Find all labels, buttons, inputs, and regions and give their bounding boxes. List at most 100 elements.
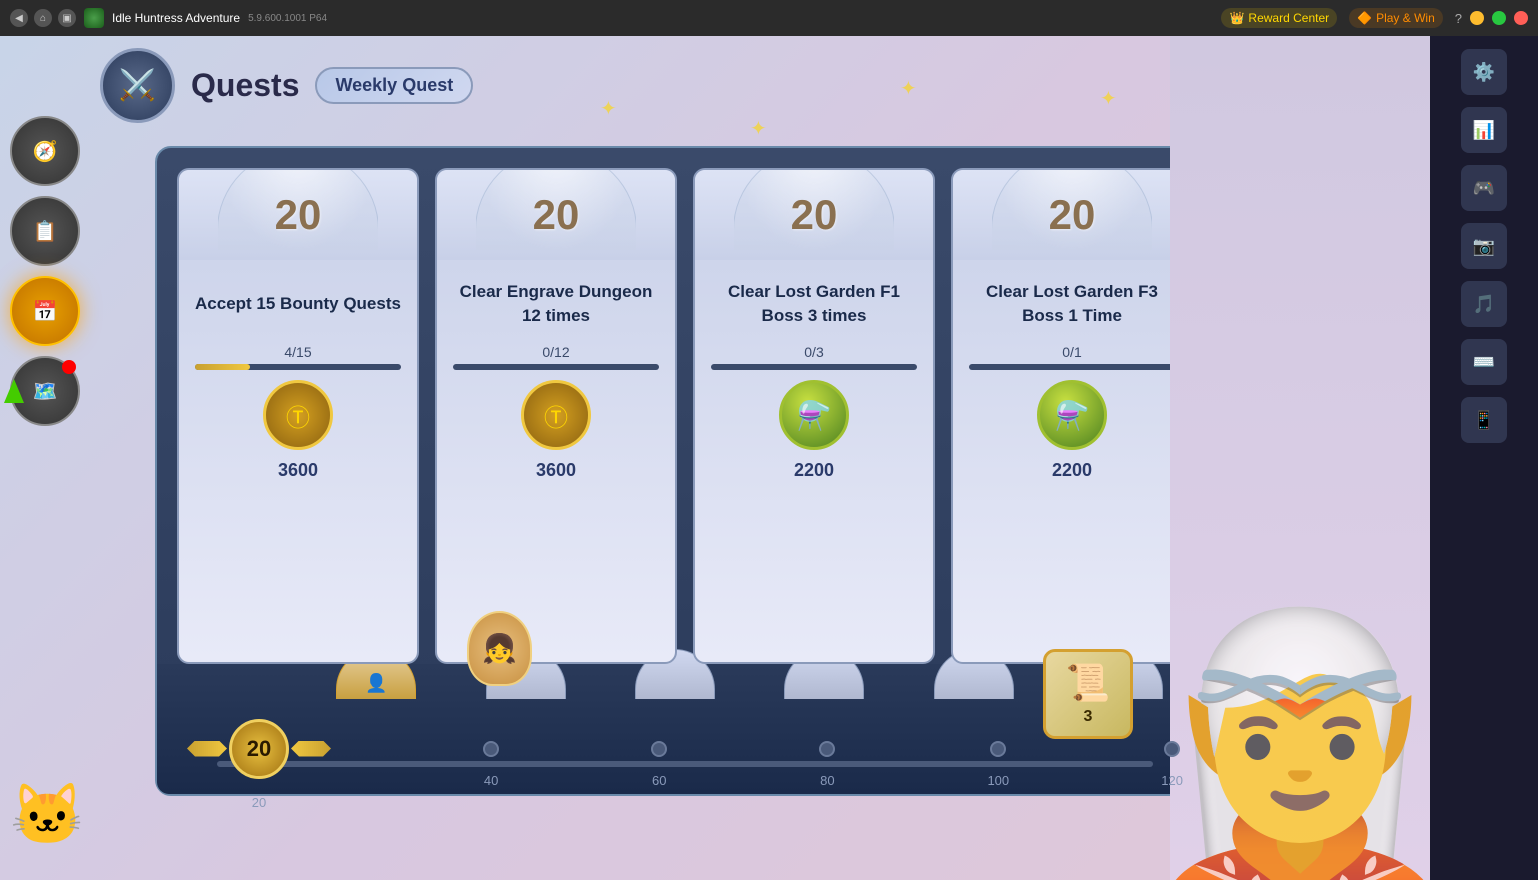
main-panel: 20 Accept 15 Bounty Quests 4/15 Ⓣ 3600 [155,146,1215,796]
milestone-label-60: 60 [652,773,666,788]
weekly-quest-badge[interactable]: Weekly Quest [315,67,473,104]
milestone-label-40: 40 [484,773,498,788]
play-win-btn[interactable]: 🔶 Play & Win [1349,8,1443,28]
char-avatar-container: 👧 [467,611,532,686]
up-arrow-icon [4,379,24,403]
special-reward-count: 3 [1084,708,1093,726]
weekly-quest-icon: 📅 [33,299,58,324]
potion-icon-4: ⚗️ [1055,399,1090,432]
maximize-btn[interactable] [1492,11,1506,25]
quests-title: Quests [191,67,299,104]
progress-2: 0/12 [453,344,659,370]
card-top-2: 20 [437,170,675,260]
quest-desc-1: Accept 15 Bounty Quests [195,274,401,334]
quest-cards-grid: 20 Accept 15 Bounty Quests 4/15 Ⓣ 3600 [177,168,1193,664]
quest-card-1: 20 Accept 15 Bounty Quests 4/15 Ⓣ 3600 [177,168,419,664]
compass-btn[interactable]: 🧭 [10,116,80,186]
play-win-label: Play & Win [1376,11,1435,25]
card-top-1: 20 [179,170,417,260]
progress-bar-bg-2 [453,364,659,370]
reward-amount-4: 2200 [1052,460,1092,481]
quest-card-4: 20 Clear Lost Garden F3 Boss 1 Time 0/1 … [951,168,1193,664]
special-reward-card[interactable]: 📜 3 [1043,649,1133,739]
reward-icon-1: Ⓣ [263,380,333,450]
left-sidebar: 🧭 📋 📅 🗺️ [10,116,80,426]
milestone-point-40: 40 [483,741,499,788]
milestone-bar: 20 20 40 60 80 [187,719,1183,810]
char-avatar: 👧 [467,611,532,686]
app-version: 5.9.600.1001 P64 [248,13,327,24]
header-area: ⚔️ Quests Weekly Quest [100,48,473,123]
card-body-3: Clear Lost Garden F1 Boss 3 times 0/3 ⚗️… [695,260,933,662]
notification-dot [62,360,76,374]
compass-icon: 🧭 [33,139,58,164]
cat-mascot: 🐱 [10,779,85,850]
star-decor-1: ✦ [600,96,617,121]
star-decor-4: ✦ [1100,86,1117,111]
quest-desc-4: Clear Lost Garden F3 Boss 1 Time [969,274,1175,334]
score-wing-right [291,741,331,757]
sidebar-icon-1[interactable]: ⚙️ [1461,49,1507,95]
map-icon: 🗺️ [33,379,58,404]
game-area: ✦ ✦ ✦ ✦ 🧭 📋 📅 🗺️ ⚔️ Quests Weekly Quest … [0,36,1430,880]
nav-home[interactable]: ⌂ [34,9,52,27]
sidebar-icon-7[interactable]: 📱 [1461,397,1507,443]
card-top-4: 20 [953,170,1191,260]
quest-log-icon: 📋 [33,219,58,244]
progress-bar-bg-3 [711,364,917,370]
progress-bar-bg-1 [195,364,401,370]
progress-text-2: 0/12 [453,344,659,360]
weekly-quest-label: Weekly Quest [335,75,453,95]
progress-text-4: 0/1 [969,344,1175,360]
star-decor-2: ✦ [900,76,917,101]
quest-log-btn[interactable]: 📋 [10,196,80,266]
current-score: 20 [247,736,271,762]
potion-icon-3: ⚗️ [797,399,832,432]
quest-points-3: 20 [791,191,838,239]
reward-center-btn[interactable]: 👑 Reward Center [1221,8,1337,28]
reward-amount-1: 3600 [278,460,318,481]
milestone-point-120: 120 [1161,741,1183,788]
milestone-point-100: 100 [987,741,1009,788]
anime-character-emoji: 🧝 [1170,620,1430,880]
nav-tabs[interactable]: ▣ [58,9,76,27]
card-body-1: Accept 15 Bounty Quests 4/15 Ⓣ 3600 [179,260,417,662]
coin-icon-1: Ⓣ [286,398,310,433]
quest-icon-circle: ⚔️ [100,48,175,123]
progress-3: 0/3 [711,344,917,370]
milestone-dot-60 [651,741,667,757]
quest-desc-2: Clear Engrave Dungeon 12 times [453,274,659,334]
title-bar: ◀ ⌂ ▣ Idle Huntress Adventure 5.9.600.10… [0,0,1538,36]
sidebar-icon-5[interactable]: 🎵 [1461,281,1507,327]
window-controls[interactable]: ? [1455,11,1528,26]
quest-card-2: 20 Clear Engrave Dungeon 12 times 0/12 Ⓣ… [435,168,677,664]
milestone-track [217,761,1153,767]
right-sidebar: ⚙️ 📊 🎮 📷 🎵 ⌨️ 📱 [1430,36,1538,880]
reward-center-label: Reward Center [1248,11,1329,25]
sidebar-icon-3[interactable]: 🎮 [1461,165,1507,211]
minimize-btn[interactable] [1470,11,1484,25]
reward-amount-3: 2200 [794,460,834,481]
sidebar-icon-4[interactable]: 📷 [1461,223,1507,269]
title-nav[interactable]: ◀ ⌂ ▣ [10,9,76,27]
milestone-reward-icon-20: 👤 [365,673,387,694]
progress-4: 0/1 [969,344,1175,370]
app-icon [84,8,104,28]
milestone-label-100: 100 [987,773,1009,788]
close-btn[interactable] [1514,11,1528,25]
sidebar-icon-6[interactable]: ⌨️ [1461,339,1507,385]
sword-icon: ⚔️ [119,68,156,103]
card-body-4: Clear Lost Garden F3 Boss 1 Time 0/1 ⚗️ … [953,260,1191,662]
weekly-quest-btn[interactable]: 📅 [10,276,80,346]
nav-back[interactable]: ◀ [10,9,28,27]
map-btn[interactable]: 🗺️ [10,356,80,426]
help-icon[interactable]: ? [1455,11,1462,26]
progress-text-1: 4/15 [195,344,401,360]
sidebar-icon-2[interactable]: 📊 [1461,107,1507,153]
card-body-2: Clear Engrave Dungeon 12 times 0/12 Ⓣ 36… [437,260,675,662]
milestone-label-80: 80 [820,773,834,788]
coin-icon-2: Ⓣ [544,398,568,433]
progress-text-3: 0/3 [711,344,917,360]
progress-1: 4/15 [195,344,401,370]
star-decor-3: ✦ [750,116,767,141]
